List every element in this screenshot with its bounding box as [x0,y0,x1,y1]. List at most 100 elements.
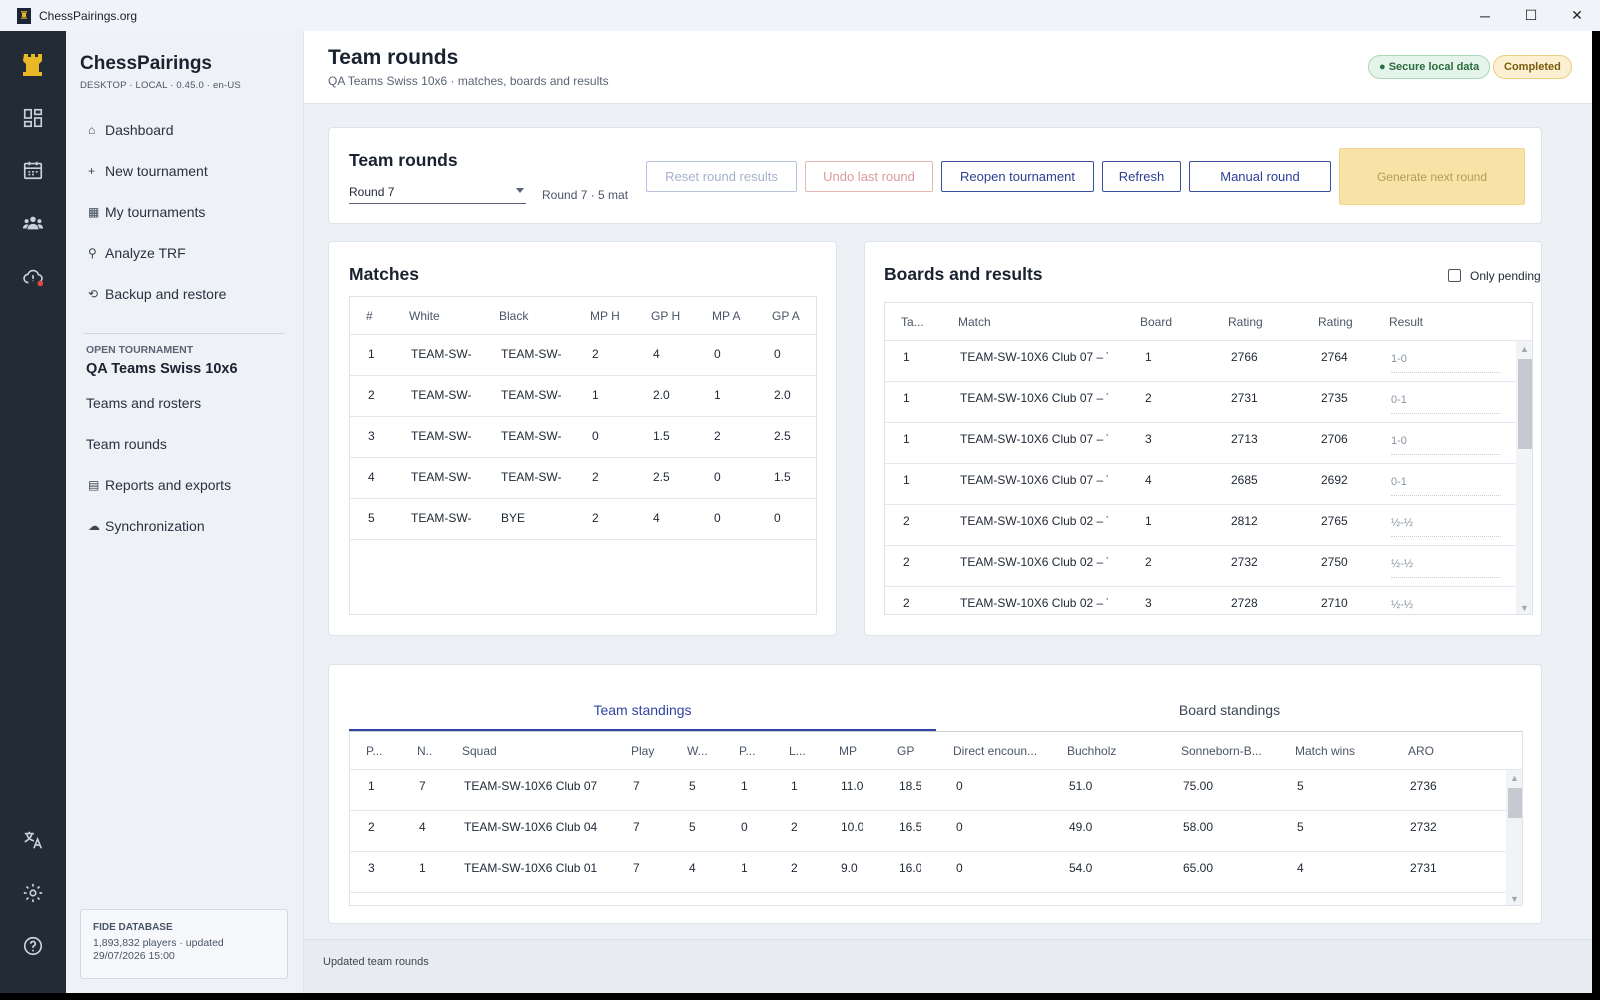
col-header[interactable]: Play [631,744,654,758]
standings-cell: 11.0 [841,779,863,793]
only-pending-checkbox[interactable] [1448,269,1461,282]
col-header[interactable]: L... [789,744,806,758]
nav-my-tournaments[interactable]: ▦ My tournaments [88,204,205,220]
match-cell: 0 [714,470,721,484]
standings-scrollbar[interactable]: ▲ ▼ [1506,770,1522,905]
close-button[interactable]: ✕ [1554,0,1600,31]
result-field[interactable]: ½-½ [1391,558,1501,578]
board-cell: 2 [1145,391,1152,405]
generate-next-round-button[interactable]: Generate next round [1339,148,1525,205]
matches-table: # White Black MP H GP H MP A GP A 1 TEAM-… [349,296,817,615]
standings-row[interactable]: 3 1 TEAM-SW-10X6 Club 01 7 4 1 2 9.0 16.0 0 54.0 65… [350,852,1506,893]
match-cell: 2.0 [774,388,791,402]
translate-icon[interactable] [0,820,66,860]
scroll-down-icon[interactable]: ▼ [1510,894,1519,904]
match-cell: 4 [368,470,375,484]
col-header[interactable]: MP [839,744,857,758]
match-cell: 2 [592,347,599,361]
board-row[interactable]: 2 TEAM-SW-10X6 Club 02 – TI 1 2812 2765 ½-½ [885,505,1516,546]
nav-dashboard[interactable]: ⌂ Dashboard [88,122,174,138]
board-row[interactable]: 1 TEAM-SW-10X6 Club 07 – TI 2 2731 2735 0-1 [885,382,1516,423]
people-icon[interactable] [0,203,66,243]
tab-team-standings[interactable]: Team standings [349,702,936,732]
chevron-down-icon [516,188,524,193]
maximize-button[interactable]: ☐ [1508,0,1554,31]
col-header[interactable]: Buchholz [1067,744,1116,758]
col-header[interactable]: Direct encoun... [953,744,1037,758]
nav-backup-restore[interactable]: ⟲ Backup and restore [88,286,226,302]
calendar-icon[interactable] [0,150,66,190]
board-cell: 2 [903,514,910,528]
board-cell: TEAM-SW-10X6 Club 02 – TI [960,514,1108,528]
col-header[interactable]: ARO [1408,744,1434,758]
board-row[interactable]: 1 TEAM-SW-10X6 Club 07 – TI 3 2713 2706 1-0 [885,423,1516,464]
standings-cell: 54.0 [1069,861,1093,875]
col-header[interactable]: P... [366,744,382,758]
standings-row[interactable]: 1 7 TEAM-SW-10X6 Club 07 7 5 1 1 11.0 18.5 0 51.0 7… [350,770,1506,811]
rook-icon[interactable] [0,31,66,98]
cloud-alert-icon[interactable] [0,257,66,297]
gear-icon[interactable] [0,873,66,913]
nav-reports-exports[interactable]: ▤ Reports and exports [88,477,231,493]
nav-teams-rosters[interactable]: Teams and rosters [86,395,201,411]
col-header[interactable]: GP [897,744,914,758]
match-row[interactable]: 1 TEAM-SW- TEAM-SW- 2 4 0 0 [350,335,816,376]
scroll-down-icon[interactable]: ▼ [1520,603,1529,613]
board-row[interactable]: 1 TEAM-SW-10X6 Club 07 – TI 1 2766 2764 1-0 [885,341,1516,382]
tab-board-standings[interactable]: Board standings [936,702,1523,732]
undo-last-round-button[interactable]: Undo last round [805,161,933,192]
result-field[interactable]: 0-1 [1391,394,1501,414]
reopen-tournament-button[interactable]: Reopen tournament [941,161,1094,192]
match-row[interactable]: 5 TEAM-SW- BYE 2 4 0 0 [350,499,816,540]
refresh-button[interactable]: Refresh [1102,161,1181,192]
col-header: Result [1389,315,1424,329]
standings-row[interactable]: 2 4 TEAM-SW-10X6 Club 04 7 5 0 2 10.0 16.5 0 49.0 5… [350,811,1506,852]
boards-title: Boards and results [884,264,1043,284]
col-header[interactable]: N.. [417,744,432,758]
match-row[interactable]: 4 TEAM-SW- TEAM-SW- 2 2.5 0 1.5 [350,458,816,499]
col-header: GP A [772,309,800,323]
board-cell: 4 [1145,473,1152,487]
match-cell: 0 [714,511,721,525]
standings-cell: TEAM-SW-10X6 Club 07 [464,779,598,793]
col-header[interactable]: W... [687,744,708,758]
col-header[interactable]: Match wins [1295,744,1355,758]
minimize-button[interactable]: ─ [1462,0,1508,31]
board-row[interactable]: 1 TEAM-SW-10X6 Club 07 – TI 4 2685 2692 0-1 [885,464,1516,505]
col-header[interactable]: Sonneborn-B... [1181,744,1262,758]
scroll-thumb[interactable] [1518,359,1532,449]
result-field[interactable]: ½-½ [1391,517,1501,537]
round-select[interactable]: Round 7 [349,182,526,204]
dashboard-icon[interactable] [0,98,66,138]
scroll-thumb[interactable] [1508,788,1522,818]
reset-round-results-button[interactable]: Reset round results [646,161,797,192]
result-field[interactable]: 0-1 [1391,476,1501,496]
scroll-up-icon[interactable]: ▲ [1520,344,1529,354]
nav-new-tournament[interactable]: + New tournament [88,163,208,179]
manual-round-button[interactable]: Manual round [1189,161,1331,192]
standings-cell: 5 [1297,820,1304,834]
result-field[interactable]: 1-0 [1391,435,1501,455]
home-icon: ⌂ [88,123,96,137]
match-row[interactable]: 3 TEAM-SW- TEAM-SW- 0 1.5 2 2.5 [350,417,816,458]
standings-cell: 1 [419,861,426,875]
board-row[interactable]: 2 TEAM-SW-10X6 Club 02 – TI 3 2728 2710 ½-½ [885,587,1516,614]
board-cell: 2706 [1321,432,1348,446]
icon-rail [0,31,66,993]
result-field[interactable]: ½-½ [1391,599,1501,614]
col-header[interactable]: P... [739,744,755,758]
page-title: Team rounds [328,46,459,69]
board-row[interactable]: 2 TEAM-SW-10X6 Club 02 – TI 2 2732 2750 ½-½ [885,546,1516,587]
col-header: Rating [1318,315,1353,329]
nav-analyze-trf[interactable]: ⚲ Analyze TRF [88,245,186,261]
col-header[interactable]: Squad [462,744,497,758]
scroll-up-icon[interactable]: ▲ [1510,773,1519,783]
boards-header-row: Ta... Match Board Rating Rating Result [885,303,1532,341]
nav-synchronization[interactable]: ☁ Synchronization [88,518,205,534]
boards-scrollbar[interactable]: ▲ ▼ [1516,341,1532,614]
nav-team-rounds[interactable]: Team rounds [86,436,167,452]
match-row[interactable]: 2 TEAM-SW- TEAM-SW- 1 2.0 1 2.0 [350,376,816,417]
result-field[interactable]: 1-0 [1391,353,1501,373]
match-cell: 2.0 [653,388,670,402]
help-icon[interactable] [0,926,66,966]
